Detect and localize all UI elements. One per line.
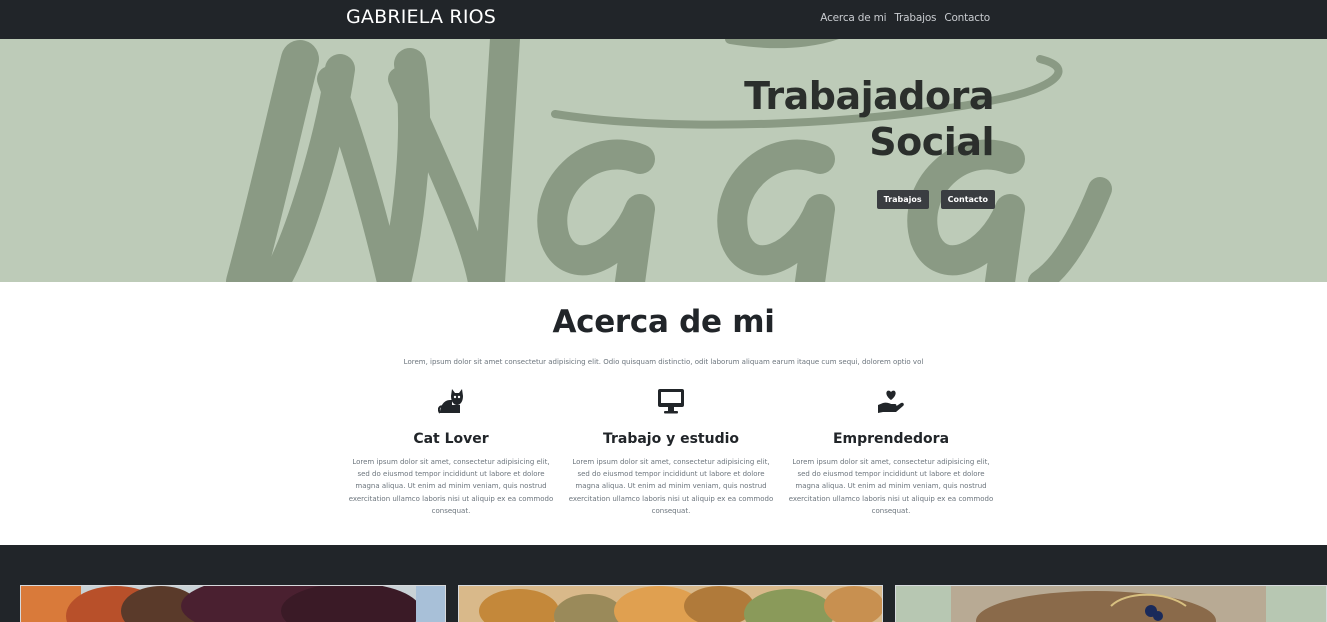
nav-links: Acerca de mi Trabajos Contacto (820, 12, 990, 24)
hero-buttons: Trabajos Contacto (876, 190, 995, 209)
hero-script-background (226, 39, 1112, 282)
hero-section: Trabajadora Social Trabajos Contacto (0, 39, 1327, 282)
works-section (0, 545, 1327, 622)
desktop-icon (561, 386, 781, 414)
hero-title-line2: Social (869, 120, 994, 164)
trabajos-button[interactable]: Trabajos (876, 190, 929, 209)
nav-link-trabajos[interactable]: Trabajos (894, 12, 936, 24)
nav-link-acerca[interactable]: Acerca de mi (820, 12, 886, 24)
about-item-title: Emprendedora (832, 431, 950, 447)
brand-logo[interactable]: GABRIELA RIOS (346, 6, 496, 28)
work-card[interactable] (20, 585, 446, 622)
hero-title-line1: Trabajadora (744, 74, 994, 118)
cat-icon (341, 386, 561, 414)
about-section: Acerca de mi Lorem, ipsum dolor sit amet… (0, 282, 1327, 545)
work-image (21, 586, 445, 622)
navbar: GABRIELA RIOS Acerca de mi Trabajos Cont… (0, 0, 1327, 39)
hero-title: Trabajadora Social (674, 73, 994, 165)
about-item-title: Trabajo y estudio (602, 431, 740, 447)
about-item-title: Cat Lover (413, 431, 489, 447)
about-title: Acerca de mi (552, 304, 775, 340)
about-item-trabajo: Trabajo y estudio Lorem ipsum dolor sit … (561, 386, 781, 517)
about-item-text: Lorem ipsum dolor sit amet, consectetur … (568, 458, 774, 515)
hand-holding-heart-icon (781, 386, 1001, 414)
about-item-text: Lorem ipsum dolor sit amet, consectetur … (788, 458, 994, 515)
work-image (896, 586, 1326, 622)
nav-link-contacto[interactable]: Contacto (944, 12, 990, 24)
about-subtitle: Lorem, ipsum dolor sit amet consectetur … (403, 358, 924, 366)
contacto-button[interactable]: Contacto (940, 190, 995, 209)
about-item-text: Lorem ipsum dolor sit amet, consectetur … (348, 458, 554, 515)
about-item-emprendedora: Emprendedora Lorem ipsum dolor sit amet,… (781, 386, 1001, 517)
work-image (459, 586, 882, 622)
about-item-cat-lover: Cat Lover Lorem ipsum dolor sit amet, co… (341, 386, 561, 517)
work-card[interactable] (458, 585, 883, 622)
work-card[interactable] (895, 585, 1327, 622)
